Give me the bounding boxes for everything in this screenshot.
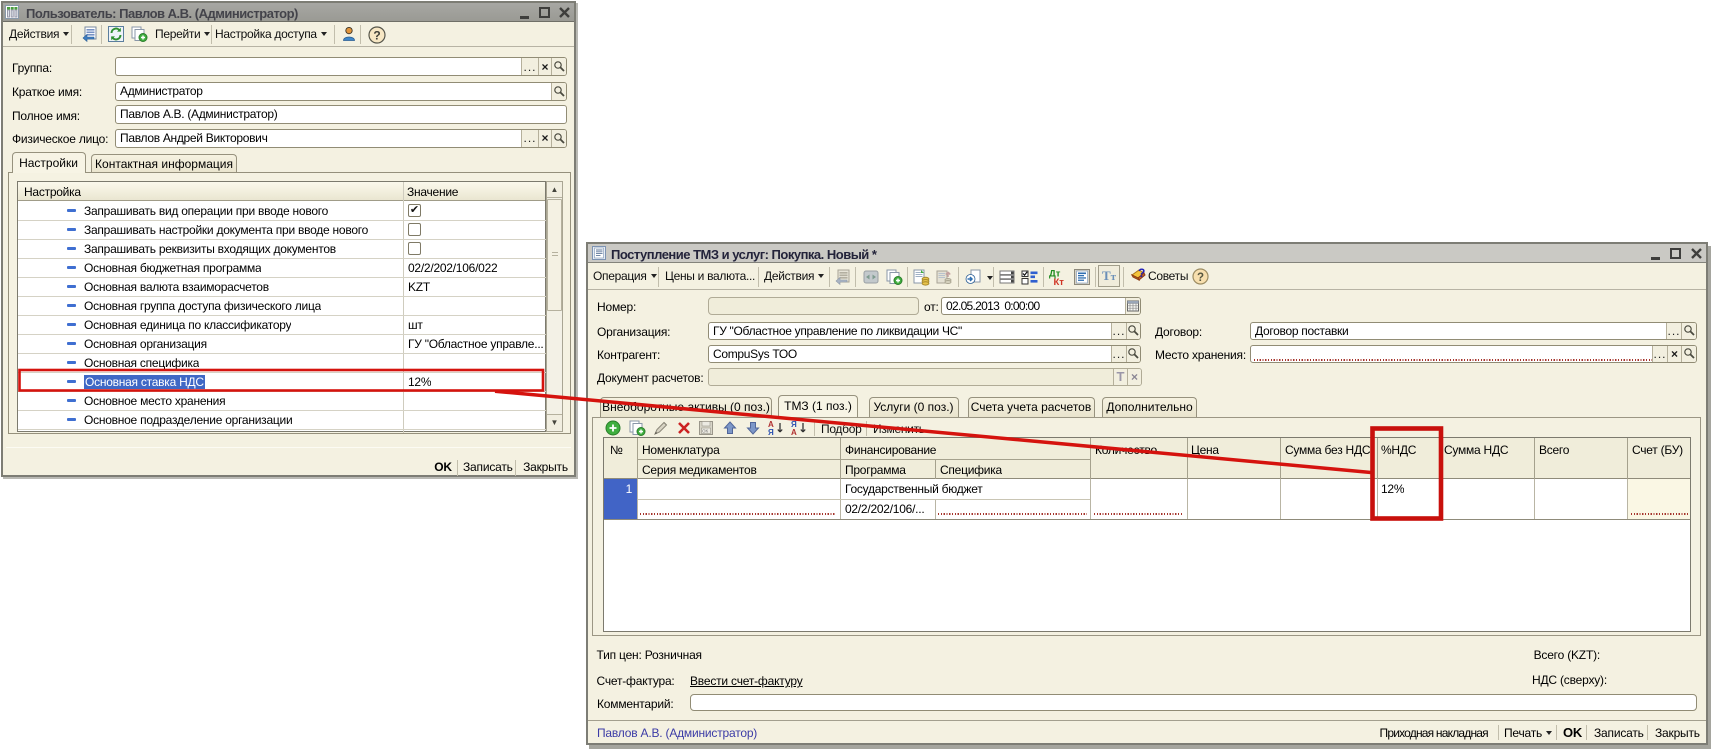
svg-text:?: ? (1197, 272, 1204, 284)
svg-text:Кт: Кт (1054, 277, 1065, 286)
svg-text:?: ? (1138, 267, 1145, 280)
svg-text:А: А (791, 428, 797, 436)
svg-text:Я: Я (768, 428, 774, 436)
svg-text:?: ? (373, 29, 380, 43)
svg-text:ОК: ОК (702, 429, 709, 434)
